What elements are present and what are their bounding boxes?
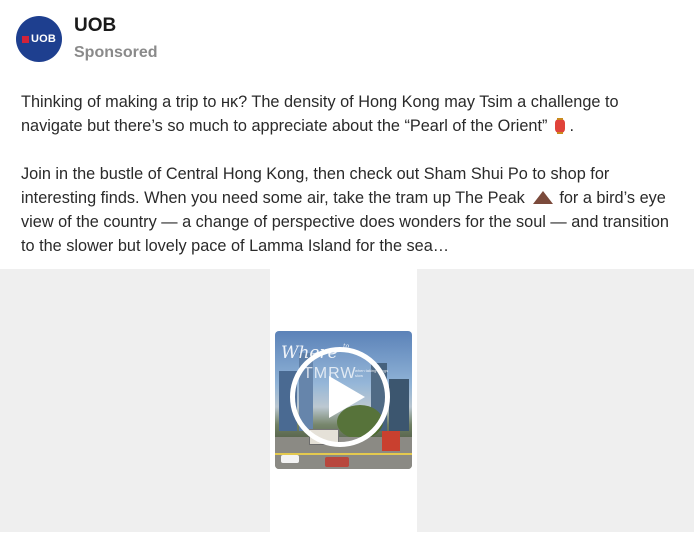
uob-avatar[interactable]: UOB — [16, 16, 62, 62]
uob-logo-text: UOB — [30, 33, 57, 45]
post-header: UOB UOB Sponsored — [0, 0, 694, 80]
uob-logo-mark-icon — [21, 35, 29, 43]
paragraph-2-part-a: Join in the bustle of Central Hong Kong,… — [21, 165, 610, 207]
uob-logo-icon: UOB — [21, 33, 57, 45]
hk-small-caps: ʜᴋ — [221, 93, 239, 111]
red-lantern-icon — [554, 118, 565, 134]
bus-shape — [382, 431, 400, 451]
post-paragraph-1: Thinking of making a trip to ʜᴋ? The den… — [21, 90, 681, 138]
play-button[interactable] — [290, 347, 390, 447]
building-shape — [389, 379, 409, 431]
mountain-icon — [533, 191, 554, 204]
post-body-text: Thinking of making a trip to ʜᴋ? The den… — [21, 90, 681, 258]
car-shape — [325, 457, 349, 467]
brand-name[interactable]: UOB — [74, 15, 116, 37]
car-shape — [281, 455, 299, 463]
play-icon — [329, 376, 365, 418]
paragraph-1-part-a: Thinking of making a trip to — [21, 93, 221, 111]
paragraph-1-end: . — [569, 117, 575, 135]
post-paragraph-2: Join in the bustle of Central Hong Kong,… — [21, 162, 681, 258]
sponsored-label: Sponsored — [74, 44, 158, 61]
